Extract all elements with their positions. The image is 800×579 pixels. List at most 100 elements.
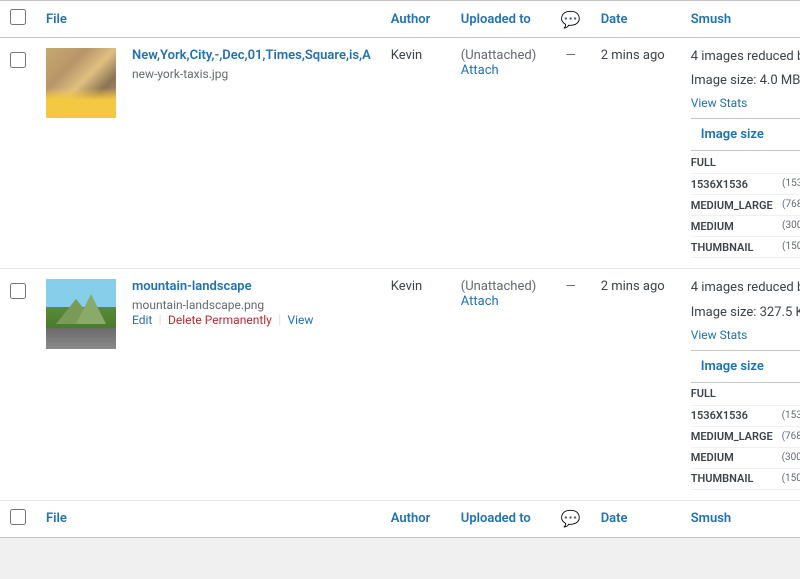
comment-dash: — (566, 48, 576, 63)
view-stats-link[interactable]: View Stats (691, 96, 800, 110)
row-checkbox[interactable] (10, 52, 26, 68)
smush-size-name: MEDIUM_LARGE (691, 426, 782, 447)
select-all-checkbox[interactable] (10, 9, 26, 25)
select-all-checkbox-col-footer (0, 500, 36, 537)
attach-link[interactable]: Attach (461, 63, 499, 78)
view-stats-link[interactable]: View Stats (691, 328, 800, 342)
date-header: Date (591, 1, 681, 38)
smush-size-name: MEDIUM_LARGE (691, 195, 782, 216)
smush-size-name: 1536X1536 (691, 174, 782, 195)
smush-details-table: Image sizeSavingsFULLPRO1536X1536(1536x8… (691, 350, 800, 490)
smush-header: Smush (681, 1, 800, 38)
thumbnail-cell (36, 269, 122, 500)
action-delete-permanently[interactable]: Delete Permanently (168, 313, 272, 327)
smush-size-name: MEDIUM (691, 447, 782, 468)
smush-table-row: THUMBNAIL(150x150)2.0 KB ( 11.7% ) (691, 468, 800, 489)
smush-size-name: MEDIUM (691, 216, 782, 237)
author-header: Author (381, 1, 451, 38)
row-checkbox[interactable] (10, 283, 26, 299)
smush-cell: 4 images reduced by 73.5 KB (14.8%) Image… (681, 269, 800, 500)
author-cell: Kevin (381, 38, 451, 269)
action-separator: | (155, 313, 165, 328)
table-row: New,York,City,-,Dec,01,Times,Square,is,A… (0, 38, 800, 269)
smush-table-row: THUMBNAIL(150x150)911.0 B ( 8.3% ) (691, 237, 800, 258)
smush-size-dims: (1536x1025) (782, 174, 800, 195)
smush-size-dims: (300x167) (782, 447, 800, 468)
smush-summary: 4 images reduced by 35.6 KB (6.0%) (691, 48, 800, 66)
file-cell: New,York,City,-,Dec,01,Times,Square,is,A… (122, 38, 381, 269)
smush-table-header: Image sizeSavings (691, 119, 800, 151)
smush-size-dims: (150x150) (782, 468, 800, 489)
comments-icon: 💬 (561, 10, 581, 29)
date-footer: Date (591, 500, 681, 537)
smush-size-name: 1536X1536 (691, 405, 782, 426)
smush-footer: Smush (681, 500, 800, 537)
action-separator: | (275, 313, 285, 328)
date-value: 2 mins ago (601, 279, 665, 294)
comments-footer: 💬 (551, 500, 591, 537)
smush-table-row: FULLPRO (691, 382, 800, 405)
row-actions: Edit | Delete Permanently | View (132, 313, 371, 328)
row-checkbox-cell (0, 269, 36, 500)
select-all-checkbox-footer[interactable] (10, 509, 26, 525)
smush-table-row: MEDIUM_LARGE(768x512)8.9 KB ( 6.7% ) (691, 195, 800, 216)
thumbnail-cell (36, 38, 122, 269)
smush-image-size: Image size: 4.0 MB (691, 72, 800, 90)
uploaded-to-footer: Uploaded to (451, 500, 551, 537)
thumbnail-image (46, 48, 116, 118)
file-title-link[interactable]: New,York,City,-,Dec,01,Times,Square,is,A (132, 48, 371, 65)
smush-size-dims (782, 382, 800, 405)
select-all-checkbox-col (0, 1, 36, 38)
smush-size-dims: (300x200) (782, 216, 800, 237)
unattached-text: (Unattached) (461, 279, 541, 294)
smush-size-dims: (150x150) (782, 237, 800, 258)
comments-header: 💬 (551, 1, 591, 38)
smush-summary: 4 images reduced by 73.5 KB (14.8%) (691, 279, 800, 297)
smush-table-header: Image sizeSavings (691, 350, 800, 382)
action-edit[interactable]: Edit (132, 313, 152, 327)
date-value: 2 mins ago (601, 48, 665, 63)
author-footer: Author (381, 500, 451, 537)
smush-size-dims (782, 151, 800, 174)
row-checkbox-cell (0, 38, 36, 269)
smush-col-image-size: Image size (691, 350, 800, 382)
smush-table-row: FULLPRO (691, 151, 800, 174)
date-cell: 2 mins ago (591, 269, 681, 500)
smush-size-name: THUMBNAIL (691, 237, 782, 258)
smush-size-dims: (768x512) (782, 195, 800, 216)
file-name: new-york-taxis.jpg (132, 67, 228, 81)
attach-link[interactable]: Attach (461, 294, 499, 309)
comment-cell: — (551, 269, 591, 500)
smush-image-size: Image size: 327.5 KB (691, 304, 800, 322)
comment-dash: — (566, 279, 576, 294)
smush-size-dims: (1536x857) (782, 405, 800, 426)
smush-col-image-size: Image size (691, 119, 800, 151)
file-header: File (36, 1, 381, 38)
unattached-text: (Unattached) (461, 48, 541, 63)
smush-details-table: Image sizeSavingsFULLPRO1536X1536(1536x1… (691, 118, 800, 258)
smush-cell: 4 images reduced by 35.6 KB (6.0%) Image … (681, 38, 800, 269)
comment-cell: — (551, 38, 591, 269)
smush-table-row: MEDIUM_LARGE(768x429)23.6 KB ( 18.8% ) (691, 426, 800, 447)
smush-size-name: FULL (691, 151, 782, 174)
smush-table-row: 1536X1536(1536x1025)23.6 KB ( 5.6% ) (691, 174, 800, 195)
date-cell: 2 mins ago (591, 38, 681, 269)
smush-table-row: MEDIUM(300x200)2.2 KB ( 8.2% ) (691, 216, 800, 237)
file-footer: File (36, 500, 381, 537)
smush-table-row: MEDIUM(300x167)5.9 KB ( 16% ) (691, 447, 800, 468)
smush-size-name: FULL (691, 382, 782, 405)
author-cell: Kevin (381, 269, 451, 500)
uploaded-to-cell: (Unattached)Attach (451, 38, 551, 269)
media-library-table: File Author Uploaded to 💬 Date Smush New… (0, 0, 800, 538)
file-name: mountain-landscape.png (132, 298, 264, 312)
smush-size-dims: (768x429) (782, 426, 800, 447)
smush-size-name: THUMBNAIL (691, 468, 782, 489)
file-title-link[interactable]: mountain-landscape (132, 279, 371, 296)
uploaded-to-header: Uploaded to (451, 1, 551, 38)
table-footer: File Author Uploaded to 💬 Date Smush (0, 500, 800, 537)
thumbnail-image (46, 279, 116, 349)
action-view[interactable]: View (287, 313, 313, 327)
comments-icon-footer: 💬 (561, 509, 581, 528)
table-row: mountain-landscape mountain-landscape.png… (0, 269, 800, 500)
uploaded-to-cell: (Unattached)Attach (451, 269, 551, 500)
